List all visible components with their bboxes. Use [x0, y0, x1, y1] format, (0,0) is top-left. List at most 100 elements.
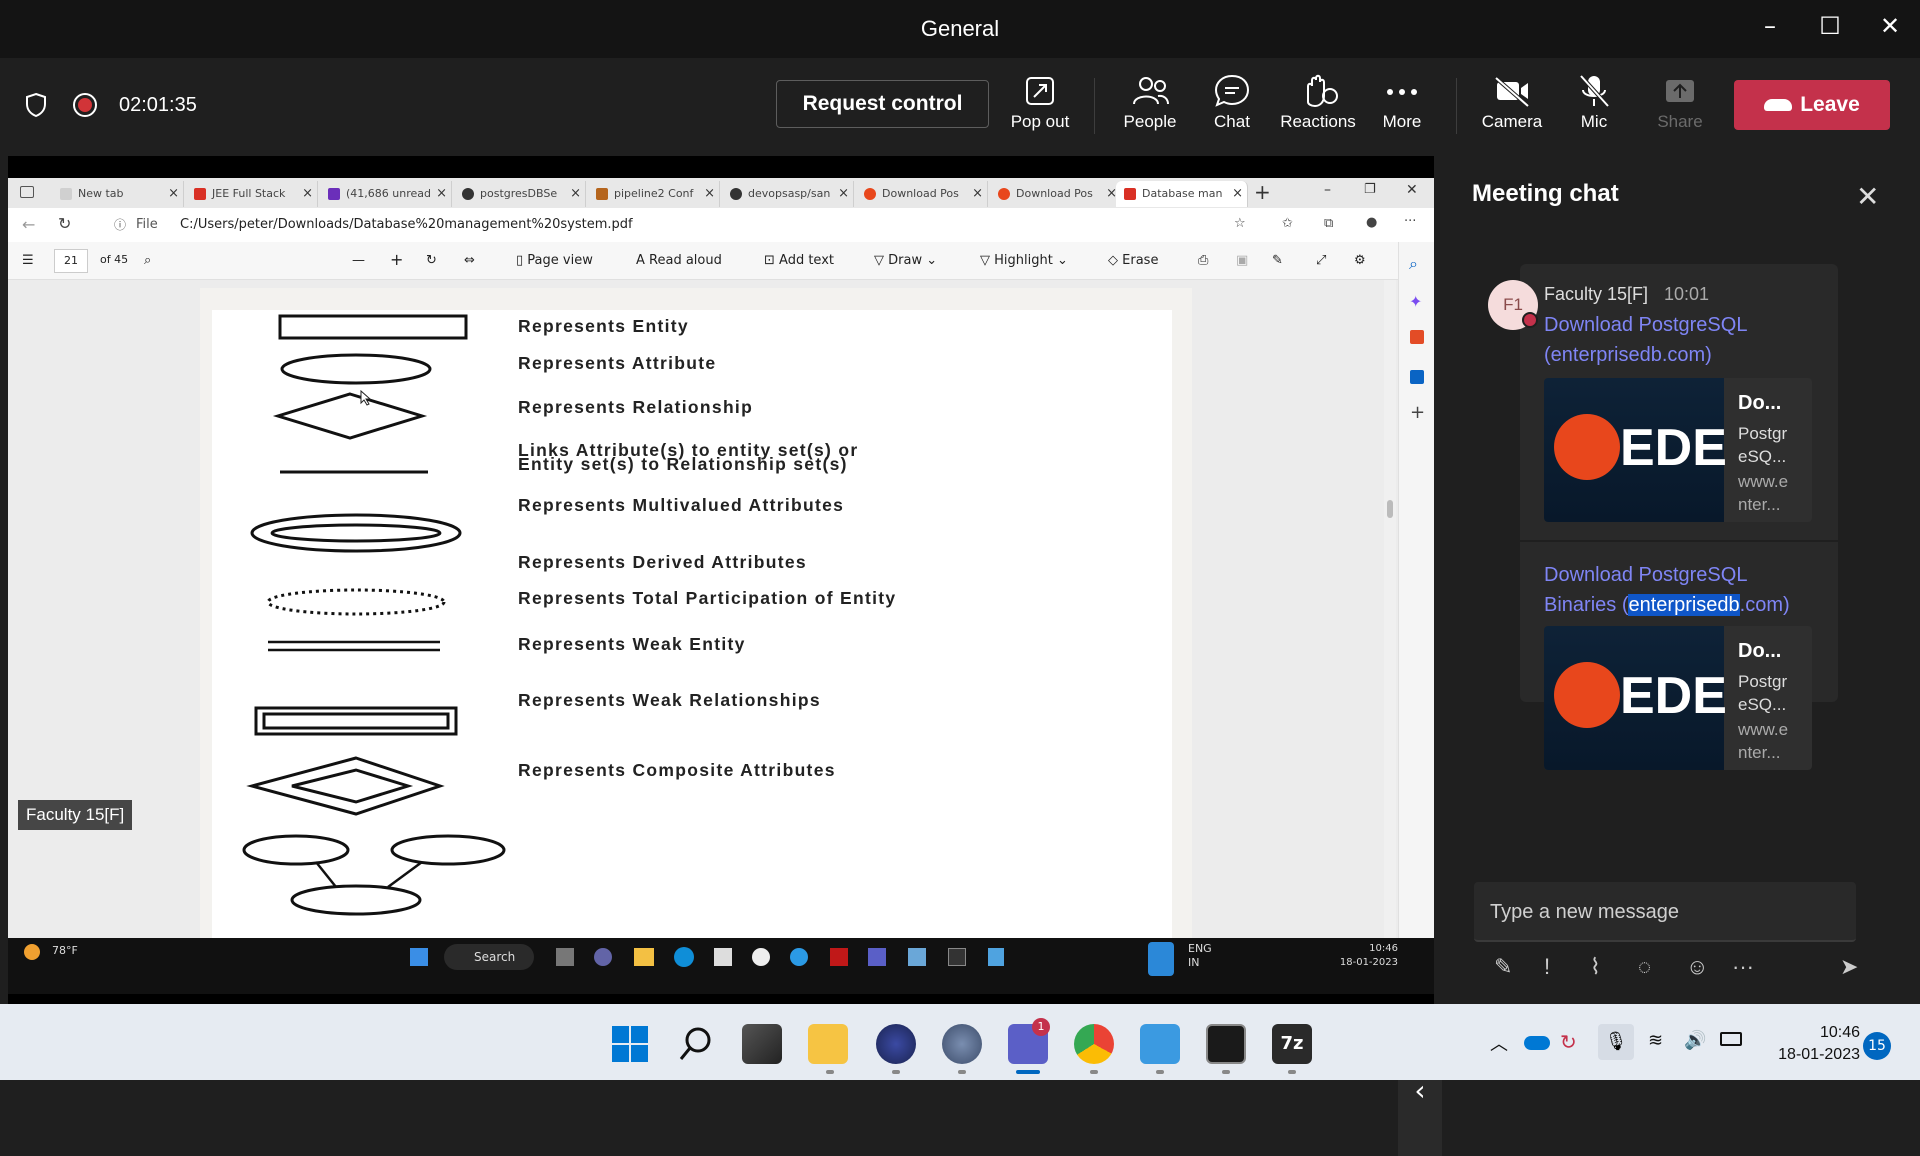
- draw-button[interactable]: ▽ Draw ⌄: [874, 253, 937, 268]
- fullscreen-icon[interactable]: ⤢: [1316, 253, 1326, 268]
- system-clock[interactable]: 10:46 18-01-2023: [1760, 1022, 1860, 1066]
- terminal-icon[interactable]: [948, 948, 966, 966]
- wifi-icon[interactable]: ≋: [1648, 1030, 1663, 1051]
- minimize-button[interactable]: –: [1752, 12, 1788, 44]
- language-indicator[interactable]: ENG IN: [1188, 942, 1212, 970]
- task-view-icon[interactable]: [556, 948, 574, 966]
- browser-tab[interactable]: postgresDBSe ×: [454, 181, 586, 207]
- teams-chat-icon[interactable]: [594, 948, 612, 966]
- table-of-contents-icon[interactable]: ☰: [22, 253, 34, 268]
- eclipse-icon[interactable]: [876, 1024, 916, 1064]
- windows-start-icon[interactable]: [612, 1026, 648, 1062]
- file-explorer-icon[interactable]: [808, 1024, 848, 1064]
- edge-icon[interactable]: [674, 947, 694, 967]
- browser-tab[interactable]: Download Pos ×: [856, 181, 988, 207]
- sync-icon[interactable]: ↻: [1560, 1030, 1577, 1054]
- app-icon[interactable]: [790, 948, 808, 966]
- page-view-button[interactable]: ▯ Page view: [516, 253, 593, 268]
- store-icon[interactable]: [714, 948, 732, 966]
- pdf-viewer[interactable]: Represents Entity Represents Attribute R…: [8, 280, 1398, 938]
- refresh-icon[interactable]: ↻: [58, 214, 71, 233]
- erase-button[interactable]: ◇ Erase: [1108, 253, 1158, 268]
- browser-tab-active[interactable]: Database man ×: [1116, 181, 1248, 207]
- tab-close-icon[interactable]: ×: [436, 181, 447, 207]
- pdf-settings-icon[interactable]: ⚙: [1354, 253, 1366, 268]
- volume-icon[interactable]: 🔊: [1684, 1030, 1706, 1051]
- format-icon[interactable]: ✎: [1494, 954, 1512, 980]
- browser-tab[interactable]: New tab ×: [52, 181, 184, 207]
- more-button[interactable]: More: [1356, 72, 1448, 132]
- link-preview-card[interactable]: EDE Do... Postgr eSQ... www.e nter...: [1544, 378, 1812, 522]
- people-button[interactable]: People: [1104, 72, 1196, 132]
- zoom-out-icon[interactable]: —: [352, 253, 365, 268]
- leave-button[interactable]: Leave: [1734, 80, 1890, 130]
- add-text-button[interactable]: ⊡ Add text: [764, 253, 834, 268]
- find-icon[interactable]: ⌕: [144, 253, 151, 268]
- compose-box[interactable]: [1474, 882, 1856, 942]
- windows-start-icon[interactable]: [410, 948, 428, 966]
- more-options-icon[interactable]: ···: [1732, 954, 1754, 980]
- outlook-icon[interactable]: [1410, 370, 1424, 384]
- pop-out-button[interactable]: Pop out: [994, 72, 1086, 132]
- important-icon[interactable]: !: [1544, 954, 1550, 980]
- office-icon[interactable]: [1410, 330, 1424, 344]
- maximize-button[interactable]: ☐: [1812, 12, 1848, 44]
- tab-close-icon[interactable]: ×: [972, 181, 983, 207]
- zoom-in-icon[interactable]: +: [390, 250, 403, 269]
- link-preview-card[interactable]: EDE Do... Postgr eSQ... www.e nter...: [1544, 626, 1812, 770]
- notification-badge[interactable]: 15: [1863, 1032, 1891, 1060]
- new-tab-button[interactable]: +: [1254, 180, 1271, 204]
- tab-close-icon[interactable]: ×: [168, 181, 179, 207]
- tab-close-icon[interactable]: ×: [570, 181, 581, 207]
- share-button[interactable]: Share: [1634, 72, 1726, 132]
- reactions-button[interactable]: Reactions: [1272, 72, 1364, 132]
- task-view-icon[interactable]: [742, 1024, 782, 1064]
- rotate-icon[interactable]: ↻: [426, 253, 437, 268]
- github-icon[interactable]: [752, 948, 770, 966]
- attach-icon[interactable]: ⌇: [1590, 954, 1601, 980]
- add-sidebar-app-icon[interactable]: +: [1410, 402, 1425, 423]
- emoji-icon[interactable]: ☺: [1686, 954, 1708, 980]
- notepad-icon[interactable]: [988, 948, 1004, 966]
- save-as-icon[interactable]: ✎: [1272, 253, 1283, 268]
- copilot-icon[interactable]: ✦: [1409, 292, 1422, 311]
- favorite-star-icon[interactable]: ☆: [1234, 216, 1246, 231]
- browser-minimize-button[interactable]: –: [1324, 182, 1331, 198]
- highlight-button[interactable]: ▽ Highlight ⌄: [980, 253, 1068, 268]
- browser-tab[interactable]: devopsasp/san ×: [722, 181, 854, 207]
- address-url[interactable]: C:/Users/peter/Downloads/Database%20mana…: [180, 217, 633, 232]
- close-window-button[interactable]: ✕: [1872, 12, 1908, 44]
- tab-close-icon[interactable]: ×: [704, 181, 715, 207]
- pdf-scrollbar[interactable]: [1384, 280, 1396, 938]
- notepad-icon[interactable]: [1140, 1024, 1180, 1064]
- browser-close-button[interactable]: ✕: [1406, 182, 1418, 198]
- collections-icon[interactable]: ⧉: [1324, 216, 1333, 231]
- mic-button[interactable]: Mic: [1548, 72, 1640, 132]
- profile-icon[interactable]: ●: [1366, 215, 1377, 230]
- read-aloud-button[interactable]: A Read aloud: [636, 253, 722, 268]
- message-link[interactable]: Download PostgreSQL Binaries (enterprise…: [1544, 560, 1814, 620]
- browser-tab[interactable]: (41,686 unread ×: [320, 181, 452, 207]
- tab-actions-icon[interactable]: [20, 186, 34, 198]
- mcafee-icon[interactable]: [830, 948, 848, 966]
- tab-close-icon[interactable]: ×: [1232, 181, 1243, 207]
- browser-restore-button[interactable]: ❐: [1364, 182, 1376, 197]
- chat-button[interactable]: Chat: [1186, 72, 1278, 132]
- send-icon[interactable]: ➤: [1840, 954, 1858, 980]
- chrome-icon[interactable]: [1074, 1024, 1114, 1064]
- camera-button[interactable]: Camera: [1466, 72, 1558, 132]
- postgres-icon[interactable]: [908, 948, 926, 966]
- page-number-input[interactable]: 21: [54, 249, 88, 273]
- tab-close-icon[interactable]: ×: [838, 181, 849, 207]
- browser-tab[interactable]: Download Pos ×: [990, 181, 1122, 207]
- search-icon[interactable]: [678, 1026, 714, 1062]
- request-control-button[interactable]: Request control: [776, 80, 989, 128]
- file-explorer-icon[interactable]: [634, 948, 654, 966]
- onedrive-icon[interactable]: [1524, 1036, 1550, 1050]
- message-input[interactable]: [1490, 898, 1840, 926]
- terminal-icon[interactable]: [1206, 1024, 1246, 1064]
- browser-tab[interactable]: pipeline2 Conf ×: [588, 181, 720, 207]
- back-icon[interactable]: ←: [22, 215, 35, 234]
- teams-icon[interactable]: [868, 948, 886, 966]
- browser-tab[interactable]: JEE Full Stack ×: [186, 181, 318, 207]
